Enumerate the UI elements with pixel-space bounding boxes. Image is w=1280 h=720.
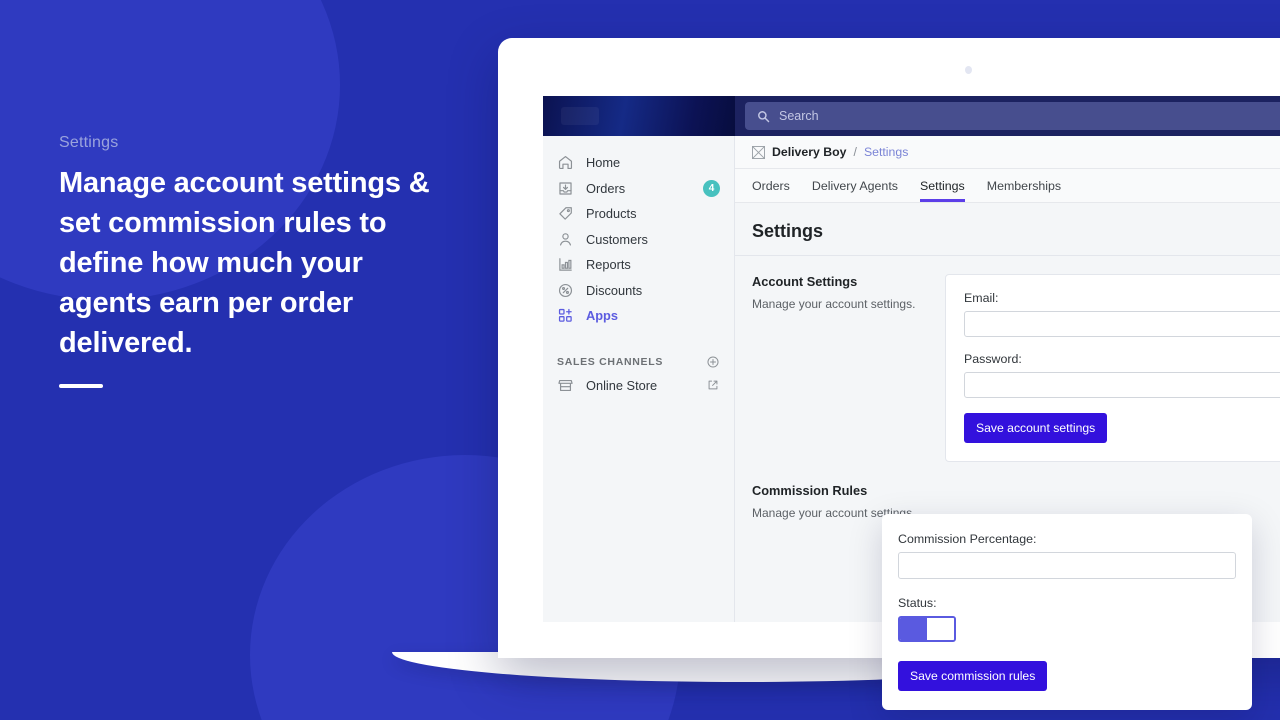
sidebar-item-products[interactable]: Products	[543, 201, 734, 227]
tab-orders[interactable]: Orders	[752, 179, 790, 202]
email-field[interactable]	[964, 311, 1280, 337]
breadcrumb-page[interactable]: Settings	[864, 145, 908, 159]
brand-logo[interactable]	[543, 96, 735, 136]
tab-memberships[interactable]: Memberships	[987, 179, 1061, 202]
status-toggle-track	[900, 618, 927, 640]
laptop-camera-icon	[965, 66, 972, 74]
sidebar-item-label: Orders	[586, 180, 626, 196]
orders-badge: 4	[703, 179, 720, 197]
apps-icon	[558, 309, 572, 322]
save-commission-rules-button[interactable]: Save commission rules	[898, 661, 1048, 691]
sidebar-item-home[interactable]: Home	[543, 150, 734, 176]
email-label: Email:	[964, 291, 999, 305]
bar-chart-icon	[559, 258, 572, 271]
sidebar-item-label: Apps	[586, 308, 618, 324]
promo-copy: Settings Manage account settings & set c…	[59, 134, 459, 388]
status-label: Status:	[898, 596, 937, 610]
tab-settings[interactable]: Settings	[919, 179, 965, 202]
storefront-icon	[558, 379, 573, 391]
tab-delivery-agents[interactable]: Delivery Agents	[812, 179, 898, 202]
promo-headline: Manage account settings & set commission…	[59, 167, 430, 359]
sidebar-item-label: Reports	[586, 257, 631, 273]
sidebar-item-label: Online Store	[586, 377, 658, 393]
search-placeholder: Search	[779, 109, 819, 123]
status-toggle-knob	[927, 618, 954, 640]
sidebar: Home Orders 4 Products Customers Reports…	[543, 136, 735, 622]
commission-rules-section: Commission Rules Manage your account set…	[735, 462, 1280, 521]
app-topbar: Search	[543, 96, 1280, 136]
breadcrumb-app[interactable]: Delivery Boy	[772, 145, 847, 159]
commission-rules-title: Commission Rules	[752, 483, 868, 498]
sidebar-item-discounts[interactable]: Discounts	[543, 278, 734, 304]
password-field[interactable]	[964, 372, 1280, 398]
account-settings-description: Manage your account settings.	[752, 297, 916, 311]
discount-icon	[558, 283, 573, 297]
commission-percentage-field[interactable]	[898, 552, 1236, 579]
sidebar-item-label: Customers	[586, 231, 648, 247]
sidebar-item-customers[interactable]: Customers	[543, 227, 734, 253]
search-input[interactable]: Search	[745, 102, 1280, 130]
person-icon	[559, 232, 572, 246]
account-settings-section: Account Settings Manage your account set…	[735, 256, 1280, 462]
status-toggle[interactable]	[898, 616, 956, 642]
search-icon	[758, 110, 770, 122]
save-account-settings-button[interactable]: Save account settings	[964, 413, 1108, 443]
breadcrumb: Delivery Boy / Settings	[735, 136, 1280, 169]
broken-image-icon	[752, 145, 765, 159]
tag-icon	[559, 207, 572, 220]
sales-channels-title: SALES CHANNELS	[557, 355, 664, 368]
account-settings-card: Email: Password: Save account settings	[945, 274, 1280, 462]
home-icon	[558, 156, 573, 170]
breadcrumb-separator: /	[853, 145, 857, 159]
sidebar-item-reports[interactable]: Reports	[543, 252, 734, 278]
account-settings-info: Account Settings Manage your account set…	[752, 274, 945, 462]
sidebar-item-label: Discounts	[586, 282, 643, 298]
external-link-icon[interactable]	[706, 378, 720, 392]
promo-screenshot: Settings Manage account settings & set c…	[0, 0, 1280, 720]
commission-percentage-label: Commission Percentage:	[898, 532, 1037, 546]
sidebar-item-online-store[interactable]: Online Store	[543, 373, 734, 399]
sidebar-item-apps[interactable]: Apps	[543, 303, 734, 329]
password-label: Password:	[964, 352, 1022, 366]
sidebar-item-orders[interactable]: Orders 4	[543, 176, 734, 202]
promo-underline	[59, 384, 103, 388]
sales-channels-header: SALES CHANNELS	[543, 351, 734, 373]
sidebar-item-label: Products	[586, 206, 637, 222]
orders-icon	[559, 182, 572, 195]
sidebar-item-label: Home	[586, 155, 621, 171]
tab-bar: Orders Delivery Agents Settings Membersh…	[735, 169, 1280, 203]
plus-circle-icon[interactable]	[706, 355, 720, 369]
page-title: Settings	[752, 221, 824, 241]
account-settings-title: Account Settings	[752, 274, 858, 289]
brand-mark-icon	[561, 107, 599, 125]
promo-eyebrow: Settings	[59, 134, 119, 151]
commission-rules-card: Commission Percentage: Status: Save comm…	[882, 514, 1252, 710]
